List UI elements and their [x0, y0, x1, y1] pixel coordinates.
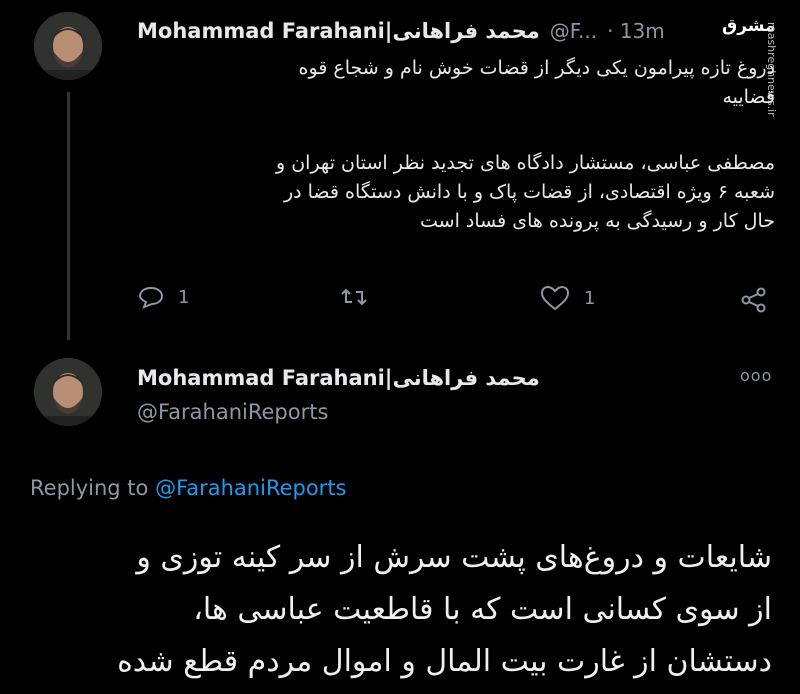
avatar[interactable]: [34, 12, 102, 80]
avatar-image: [34, 12, 102, 80]
reply-count: 1: [178, 286, 190, 308]
tweet1-handle[interactable]: @F...: [550, 19, 597, 43]
tweet1-line: قضاییه: [722, 86, 775, 108]
heart-icon: [540, 285, 570, 311]
tweet1-time[interactable]: · 13m: [607, 19, 665, 43]
tweet1-line: حال کار و رسیدگی به پرونده های فساد است: [420, 210, 775, 232]
tweet1-text: دروغ تازه پیرامون یکی دیگر از قضات خوش ن…: [130, 54, 775, 236]
tweet2-line: دستشان از غارت بیت المال و اموال مردم قط…: [117, 644, 772, 679]
avatar-image: [34, 358, 102, 426]
reply-icon: [138, 286, 164, 309]
tweet2-handle[interactable]: @FarahaniReports: [137, 400, 328, 424]
tweet1-line: مصطفی عباسی، مستشار دادگاه های تجدید نظر…: [276, 152, 775, 174]
tweet2-text: شایعات و دروغ‌های پشت سرش از سر کینه توز…: [20, 532, 772, 688]
retweet-button[interactable]: [340, 285, 368, 309]
replying-prefix: Replying to: [30, 476, 149, 500]
replying-to: Replying to @FarahaniReports: [30, 476, 347, 500]
tweet1-line: [130, 112, 775, 141]
replying-handle-link[interactable]: @FarahaniReports: [155, 476, 346, 500]
avatar[interactable]: [34, 358, 102, 426]
tweet2-display-name[interactable]: Mohammad Farahani|محمد فراهانی: [137, 366, 540, 390]
like-count: 1: [584, 287, 596, 309]
tweet1-header: Mohammad Farahani|محمد فراهانی @F... · 1…: [137, 16, 697, 46]
share-button[interactable]: [740, 287, 768, 313]
reply-button[interactable]: 1: [138, 285, 189, 309]
tweet1-display-name[interactable]: Mohammad Farahani|محمد فراهانی: [137, 19, 540, 43]
like-button[interactable]: 1: [540, 285, 595, 311]
share-icon: [741, 287, 766, 313]
tweet2-line: شایعات و دروغ‌های پشت سرش از سر کینه توز…: [136, 540, 772, 575]
tweet2-line: از سوی کسانی است که با قاطعیت عباسی ها،: [193, 592, 772, 627]
thread-line: [67, 92, 70, 340]
tweet1-line: دروغ تازه پیرامون یکی دیگر از قضات خوش ن…: [298, 57, 775, 79]
tweet1-line: شعبه ۶ ویژه اقتصادی، از قضات پاک و با دا…: [283, 181, 775, 203]
more-options-button[interactable]: ooo: [740, 366, 772, 385]
retweet-icon: [341, 288, 367, 306]
